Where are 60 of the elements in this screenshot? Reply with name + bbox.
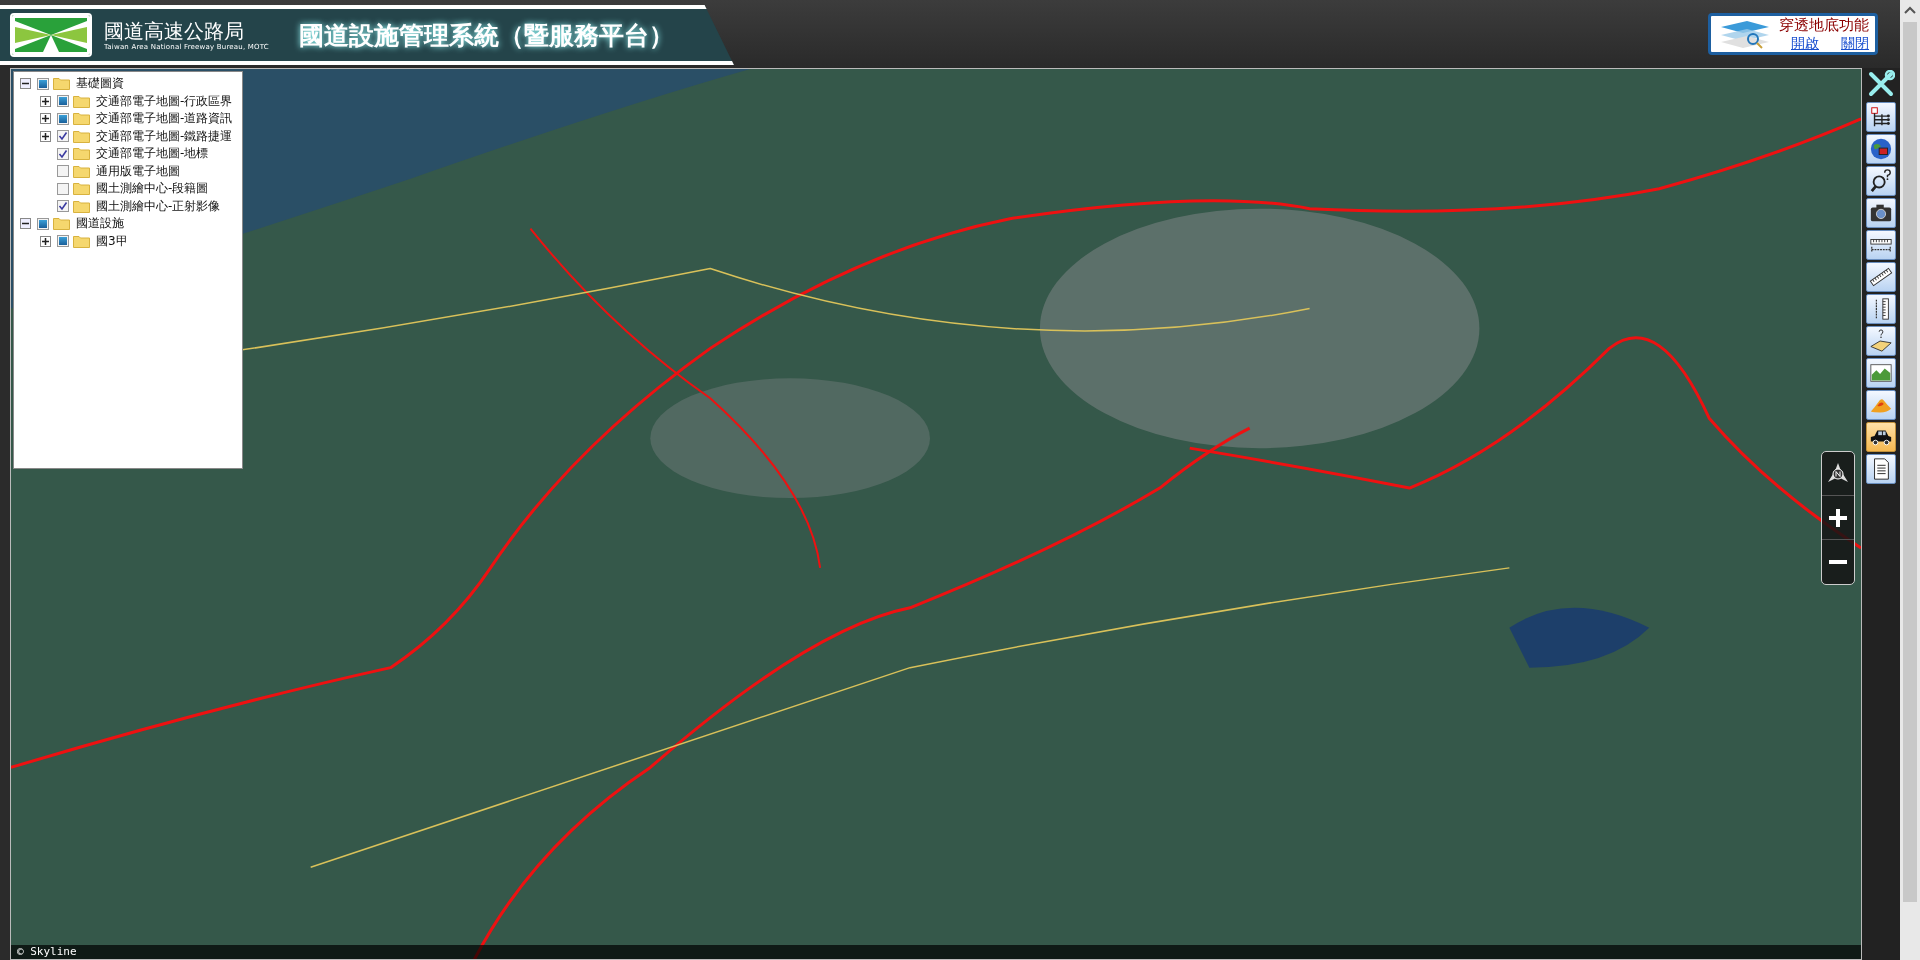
underground-title: 穿透地底功能 xyxy=(1779,15,1869,35)
tool-button[interactable] xyxy=(1866,294,1896,324)
layer-label[interactable]: 通用版電子地圖 xyxy=(96,162,180,180)
folder-icon xyxy=(53,77,70,91)
layer-label[interactable]: 國土測繪中心-正射影像 xyxy=(96,197,221,215)
layer-checkbox[interactable] xyxy=(37,77,49,90)
collapse-icon[interactable] xyxy=(20,218,31,230)
layer-checkbox[interactable] xyxy=(57,182,69,195)
layer-checkbox[interactable] xyxy=(57,200,69,213)
layer-checkbox[interactable] xyxy=(57,165,69,178)
query-magnifier-icon xyxy=(1869,168,1893,194)
minus-icon xyxy=(1829,560,1847,564)
tool-button[interactable] xyxy=(1866,166,1896,196)
copyright-text: © Skyline xyxy=(17,945,77,958)
scrollbar-thumb[interactable] xyxy=(1903,22,1917,902)
folder-icon xyxy=(73,234,90,248)
freeway-logo-icon xyxy=(10,13,92,57)
agency-name: 國道高速公路局 xyxy=(104,19,245,43)
layer-label[interactable]: 國土測繪中心-段籍圖 xyxy=(96,180,209,198)
layer-checkbox[interactable] xyxy=(57,147,69,160)
layer-label[interactable]: 交通部電子地圖-地標 xyxy=(96,145,209,163)
tool-button[interactable] xyxy=(1866,134,1896,164)
tool-button[interactable] xyxy=(1866,422,1896,452)
tool-button[interactable] xyxy=(1866,198,1896,228)
folder-icon xyxy=(73,164,90,178)
tools-icon[interactable] xyxy=(1867,70,1895,98)
tool-button[interactable] xyxy=(1866,102,1896,132)
layer-checkbox[interactable] xyxy=(57,130,69,143)
toggle-link[interactable]: 關閉 xyxy=(1841,34,1869,53)
folder-icon xyxy=(73,182,90,196)
collapse-icon[interactable] xyxy=(20,78,31,90)
layer-checkbox[interactable] xyxy=(37,217,49,230)
expand-icon[interactable] xyxy=(40,95,51,107)
folder-icon xyxy=(73,94,90,108)
layer-checkbox[interactable] xyxy=(57,235,69,248)
area-icon xyxy=(1869,328,1893,354)
folder-icon xyxy=(73,147,90,161)
layer-checkbox[interactable] xyxy=(57,95,69,108)
layer-label[interactable]: 交通部電子地圖-行政區界 xyxy=(96,92,233,110)
layer-label[interactable]: 國3甲 xyxy=(96,232,128,250)
folder-icon xyxy=(53,217,70,231)
expand-icon[interactable] xyxy=(40,113,51,125)
plus-icon xyxy=(1827,506,1849,529)
layer-label[interactable]: 基礎圖資 xyxy=(76,75,124,93)
layer-checkbox[interactable] xyxy=(57,112,69,125)
folder-icon xyxy=(73,112,90,126)
globe-icon xyxy=(1869,136,1893,162)
tool-button[interactable] xyxy=(1866,454,1896,484)
layer-label[interactable]: 交通部電子地圖-鐵路捷運 xyxy=(96,127,233,145)
expand-icon[interactable] xyxy=(40,235,51,247)
tool-button[interactable] xyxy=(1866,326,1896,356)
layer-label[interactable]: 國道設施 xyxy=(76,215,124,233)
toggle-link[interactable]: 開啟 xyxy=(1791,34,1819,53)
tool-button[interactable] xyxy=(1866,262,1896,292)
folder-icon xyxy=(73,199,90,213)
folder-icon xyxy=(73,129,90,143)
expand-icon[interactable] xyxy=(40,130,51,142)
layer-label[interactable]: 交通部電子地圖-道路資訊 xyxy=(96,110,233,128)
tool-button[interactable] xyxy=(1866,230,1896,260)
system-title: 國道設施管理系統（暨服務平台） xyxy=(298,19,674,52)
